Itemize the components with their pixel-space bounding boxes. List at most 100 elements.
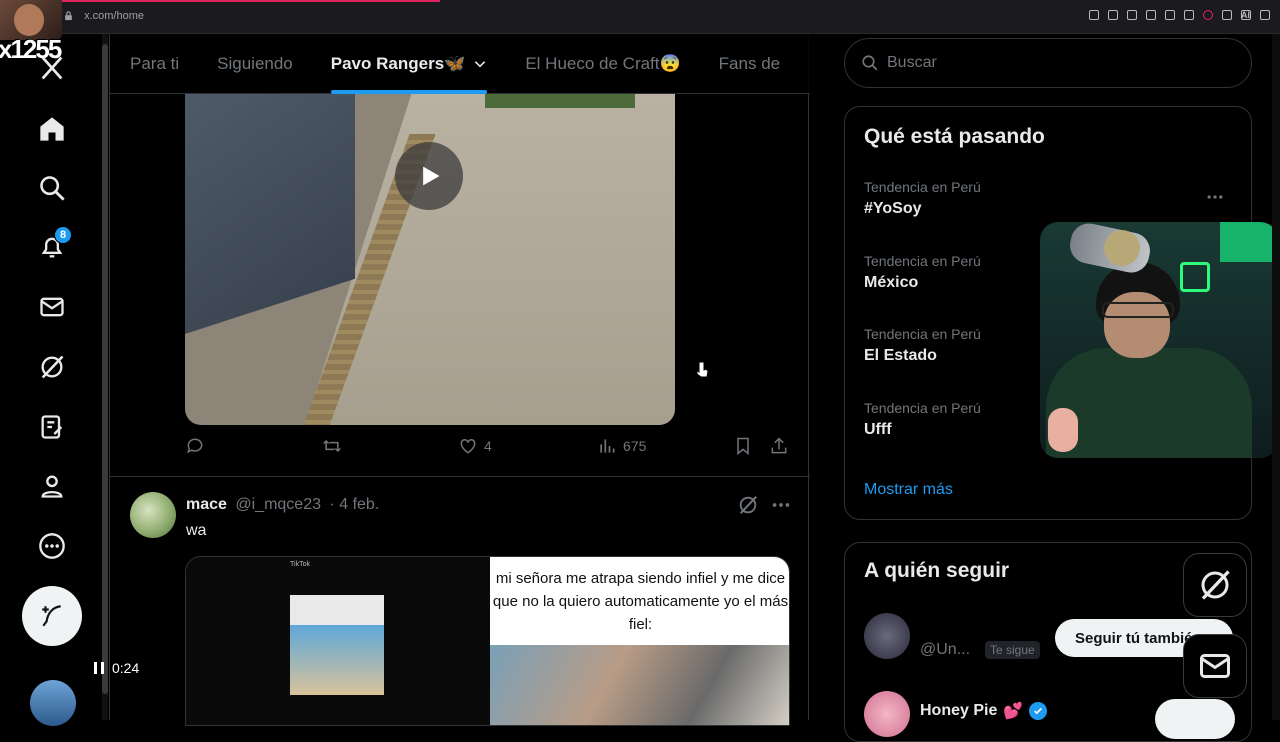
sidebar-scrollbar-thumb[interactable]: [102, 44, 108, 694]
suggested-user-name[interactable]: Honey Pie 💕: [920, 701, 1048, 721]
active-tab-indicator: [330, 90, 488, 94]
suggested-user-handle[interactable]: @Un...: [920, 641, 970, 659]
author-handle[interactable]: @i_mqce23: [235, 496, 321, 513]
tab-label: Fans de: [718, 54, 781, 73]
more-options-icon[interactable]: [770, 494, 792, 516]
capture-icon[interactable]: [1146, 10, 1156, 20]
author-name[interactable]: mace: [186, 496, 227, 513]
video-right-panel: mi señora me atrapa siendo infiel y me d…: [490, 557, 789, 725]
suggested-user-avatar[interactable]: [864, 691, 910, 737]
explore-icon[interactable]: [38, 174, 66, 202]
follow-button[interactable]: [1155, 699, 1235, 739]
pin-icon[interactable]: [1108, 10, 1118, 20]
analytics-icon: [600, 439, 615, 453]
video-frame-wall: [185, 94, 355, 335]
reply-icon: [187, 438, 203, 454]
bookmark-icon: [737, 437, 749, 456]
more-icon[interactable]: [38, 532, 66, 560]
tiktok-card-image: [290, 625, 384, 695]
grok-icon[interactable]: [38, 353, 66, 381]
zoom-icon[interactable]: [1089, 10, 1099, 20]
trend-item[interactable]: Tendencia en Perú México: [864, 253, 981, 292]
address-bar[interactable]: x.com/home: [64, 10, 144, 22]
trend-item[interactable]: Tendencia en Perú #YoSoy: [864, 179, 981, 218]
ai-label[interactable]: AI: [1241, 10, 1250, 20]
messages-floating-button[interactable]: [1183, 634, 1247, 698]
trend-title: El Estado: [864, 347, 937, 364]
trend-title: #YoSoy: [864, 200, 922, 217]
lists-icon[interactable]: [38, 413, 66, 441]
post-video[interactable]: [185, 94, 675, 425]
like-button[interactable]: 4: [458, 436, 492, 456]
tab-label: Para ti: [130, 54, 180, 73]
share-button[interactable]: [769, 436, 789, 456]
pause-icon[interactable]: [94, 662, 104, 674]
tab-siguiendo[interactable]: Siguiendo: [217, 34, 293, 94]
tiktok-card: [290, 595, 384, 695]
grok-floating-button[interactable]: [1183, 553, 1247, 617]
trend-title: Ufff: [864, 421, 892, 438]
post-header: mace @i_mqce23 · 4 feb.: [186, 496, 379, 514]
views-button[interactable]: 675: [597, 436, 646, 456]
home-icon[interactable]: [38, 115, 66, 143]
x-logo-icon[interactable]: [38, 54, 66, 82]
menu-icon[interactable]: [1260, 10, 1270, 20]
notes-glyph: [41, 415, 63, 439]
sidebar-scrollbar[interactable]: [102, 34, 108, 720]
messages-icon[interactable]: [38, 293, 66, 321]
account-avatar[interactable]: [30, 680, 76, 726]
home-glyph: [40, 117, 64, 141]
heart-icon[interactable]: [1184, 10, 1194, 20]
repost-icon: [323, 439, 341, 453]
x-logo-glyph: [41, 56, 63, 80]
feather-plus-icon: [42, 605, 61, 627]
streamer-webcam: [1040, 222, 1278, 458]
play-icon: [423, 166, 440, 186]
play-icon[interactable]: [1165, 10, 1175, 20]
follow-title: A quién seguir: [864, 559, 1010, 582]
show-more-link[interactable]: Mostrar más: [864, 481, 953, 499]
tab-accent-line: [60, 0, 440, 2]
video-photo: [490, 645, 789, 725]
page-scrollbar[interactable]: [1272, 34, 1280, 720]
search-box[interactable]: Buscar: [844, 38, 1252, 88]
repost-button[interactable]: [322, 436, 342, 456]
grok-icon: [1201, 570, 1230, 600]
grok-icon[interactable]: [737, 494, 759, 516]
video-controls[interactable]: 0:24: [94, 660, 139, 676]
bookmark-button[interactable]: [733, 436, 753, 456]
tab-label: Siguiendo: [217, 54, 293, 73]
grok-glyph: [41, 355, 64, 379]
author-avatar[interactable]: [130, 492, 176, 538]
extensions-icon[interactable]: [1222, 10, 1232, 20]
trend-item[interactable]: Tendencia en Perú El Estado: [864, 326, 981, 365]
trend-item[interactable]: Tendencia en Perú Ufff: [864, 400, 981, 439]
tab-fans-de[interactable]: Fans de: [719, 34, 780, 94]
lock-icon: [65, 11, 72, 21]
webcam-neon-sign: [1180, 262, 1210, 292]
mouse-cursor-icon: [696, 361, 709, 378]
play-button[interactable]: [395, 142, 463, 210]
reply-button[interactable]: [185, 436, 205, 456]
post-video-2[interactable]: TikTok mi señora me atrapa siendo infiel…: [185, 556, 790, 726]
streamer-face: [14, 4, 44, 36]
envelope-icon: [1200, 654, 1230, 678]
like-count: 4: [484, 438, 492, 454]
post-date[interactable]: · 4 feb.: [329, 496, 379, 513]
trends-title: Qué está pasando: [864, 125, 1045, 148]
search-icon: [862, 55, 878, 71]
more-options-icon[interactable]: [1205, 187, 1225, 207]
screenshot-icon[interactable]: [1127, 10, 1137, 20]
tab-pavo-rangers[interactable]: Pavo Rangers🦋: [330, 34, 488, 94]
tab-el-hueco-de-craft[interactable]: El Hueco de Craft😨: [525, 34, 680, 94]
trend-context: Tendencia en Perú: [864, 326, 981, 342]
webcam-background-panel: [1220, 222, 1278, 262]
post-button[interactable]: [22, 586, 82, 646]
tab-para-ti[interactable]: Para ti: [130, 34, 179, 94]
suggested-user-avatar[interactable]: [864, 613, 910, 659]
browser-toolbar: x.com/home AI: [0, 0, 1280, 34]
profile-icon[interactable]: [38, 472, 66, 500]
search-glyph: [40, 176, 65, 201]
record-icon[interactable]: [1203, 10, 1213, 20]
chevron-down-icon[interactable]: [473, 57, 487, 71]
